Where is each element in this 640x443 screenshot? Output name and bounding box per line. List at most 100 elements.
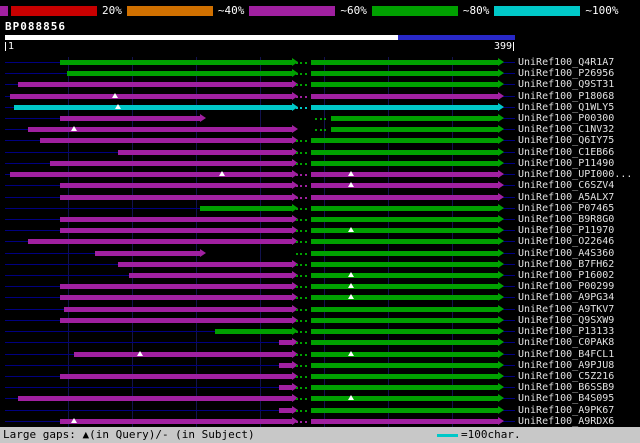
hit-label[interactable]: UniRef100_Q4R1A7 [518, 57, 614, 68]
alignment-segment[interactable] [311, 250, 499, 256]
alignment-segment[interactable] [60, 194, 292, 200]
hit-label[interactable]: UniRef100_P18068 [518, 91, 614, 102]
hit-label[interactable]: UniRef100_P07465 [518, 203, 614, 214]
alignment-segment[interactable] [311, 172, 499, 178]
hit-label[interactable]: UniRef100_A4S360 [518, 248, 614, 259]
alignment-segment[interactable] [311, 385, 499, 391]
alignment-segment[interactable] [60, 116, 200, 122]
alignment-segment[interactable] [311, 228, 499, 234]
hit-label[interactable]: UniRef100_A9TKV7 [518, 304, 614, 315]
alignment-segment[interactable] [49, 160, 292, 166]
alignment-segment[interactable] [311, 295, 499, 301]
alignment-segment[interactable] [311, 306, 499, 312]
hit-label[interactable]: UniRef100_P11970 [518, 225, 614, 236]
hit-label[interactable]: UniRef100_A9PG34 [518, 292, 614, 303]
alignment-segment[interactable] [279, 340, 292, 346]
alignment-segment[interactable] [60, 216, 292, 222]
alignment-segment[interactable] [311, 71, 499, 77]
alignment-segment[interactable] [311, 160, 499, 166]
alignment-segment[interactable] [311, 205, 499, 211]
alignment-segment[interactable] [28, 239, 293, 245]
alignment-segment[interactable] [311, 284, 499, 290]
alignment-segment[interactable] [60, 183, 292, 189]
alignment-segment[interactable] [311, 194, 499, 200]
hit-label[interactable]: UniRef100_C0PAK8 [518, 337, 614, 348]
alignment-segment[interactable] [63, 306, 292, 312]
alignment-segment[interactable] [14, 104, 293, 110]
hit-label[interactable]: UniRef100_P26956 [518, 68, 614, 79]
alignment-segment[interactable] [311, 373, 499, 379]
hit-label[interactable]: UniRef100_C1EB66 [518, 147, 614, 158]
hit-label[interactable]: UniRef100_P00299 [518, 281, 614, 292]
hit-label[interactable]: UniRef100_Q9ST31 [518, 79, 614, 90]
alignment-segment[interactable] [279, 362, 292, 368]
alignment-segment[interactable] [311, 104, 499, 110]
alignment-segment[interactable] [311, 149, 499, 155]
alignment-segment[interactable] [129, 273, 292, 279]
hit-label[interactable]: UniRef100_B9R8G0 [518, 214, 614, 225]
alignment-segment[interactable] [17, 82, 292, 88]
alignment-segment[interactable] [311, 183, 499, 189]
alignment-segment[interactable] [311, 418, 499, 424]
alignment-segment[interactable] [311, 317, 499, 323]
hit-label[interactable]: UniRef100_B4FCL1 [518, 349, 614, 360]
hit-label[interactable]: UniRef100_C6SZV4 [518, 180, 614, 191]
hit-label[interactable]: UniRef100_B4S095 [518, 393, 614, 404]
alignment-segment[interactable] [311, 351, 499, 357]
alignment-segment[interactable] [311, 93, 499, 99]
hit-label[interactable]: UniRef100_A9PK67 [518, 405, 614, 416]
alignment-segment[interactable] [215, 329, 293, 335]
hit-label[interactable]: UniRef100_P16002 [518, 270, 614, 281]
hit-label[interactable]: UniRef100_B7FH62 [518, 259, 614, 270]
alignment-segment[interactable] [311, 216, 499, 222]
alignment-segment[interactable] [330, 116, 499, 122]
gap-dot [304, 420, 307, 423]
alignment-segment[interactable] [279, 407, 292, 413]
hit-label[interactable]: UniRef100_P13133 [518, 326, 614, 337]
hit-label[interactable]: UniRef100_B6SSB9 [518, 382, 614, 393]
alignment-segment[interactable] [311, 60, 499, 65]
alignment-segment[interactable] [10, 93, 292, 99]
alignment-segment[interactable] [311, 261, 499, 267]
alignment-segment[interactable] [311, 273, 499, 279]
alignment-segment[interactable] [60, 373, 292, 379]
alignment-segment[interactable] [60, 60, 292, 65]
hit-label[interactable]: UniRef100_Q9SXW9 [518, 315, 614, 326]
alignment-segment[interactable] [60, 295, 292, 301]
hit-label[interactable]: UniRef100_P00300 [518, 113, 614, 124]
alignment-segment[interactable] [311, 396, 499, 402]
alignment-segment[interactable] [279, 385, 292, 391]
alignment-segment[interactable] [311, 340, 499, 346]
alignment-segment[interactable] [311, 239, 499, 245]
alignment-segment[interactable] [39, 138, 292, 144]
alignment-segment[interactable] [311, 362, 499, 368]
alignment-segment[interactable] [74, 351, 292, 357]
alignment-segment[interactable] [66, 71, 292, 77]
hit-label[interactable]: UniRef100_Q6IY75 [518, 135, 614, 146]
alignment-segment[interactable] [311, 407, 499, 413]
alignment-segment[interactable] [311, 329, 499, 335]
hit-label[interactable]: UniRef100_P11490 [518, 158, 614, 169]
alignment-segment[interactable] [28, 127, 293, 133]
alignment-segment[interactable] [60, 418, 292, 424]
alignment-segment[interactable] [60, 228, 292, 234]
alignment-segment[interactable] [94, 250, 200, 256]
alignment-segment[interactable] [117, 261, 293, 267]
alignment-segment[interactable] [311, 138, 499, 144]
hit-label[interactable]: UniRef100_C1NV32 [518, 124, 614, 135]
hit-label[interactable]: UniRef100_UPI000... [518, 169, 632, 180]
alignment-segment[interactable] [311, 82, 499, 88]
alignment-segment[interactable] [60, 284, 292, 290]
hit-label[interactable]: UniRef100_A9PJU8 [518, 360, 614, 371]
hit-label[interactable]: UniRef100_A5ALX7 [518, 192, 614, 203]
hit-label[interactable]: UniRef100_A9RDX6 [518, 416, 614, 427]
alignment-segment[interactable] [17, 396, 292, 402]
alignment-segment[interactable] [330, 127, 499, 133]
alignment-segment[interactable] [10, 172, 292, 178]
alignment-segment[interactable] [117, 149, 293, 155]
alignment-segment[interactable] [199, 205, 293, 211]
hit-label[interactable]: UniRef100_Q1WLY5 [518, 102, 614, 113]
hit-label[interactable]: UniRef100_O22646 [518, 236, 614, 247]
hit-label[interactable]: UniRef100_C5Z216 [518, 371, 614, 382]
alignment-segment[interactable] [60, 317, 292, 323]
